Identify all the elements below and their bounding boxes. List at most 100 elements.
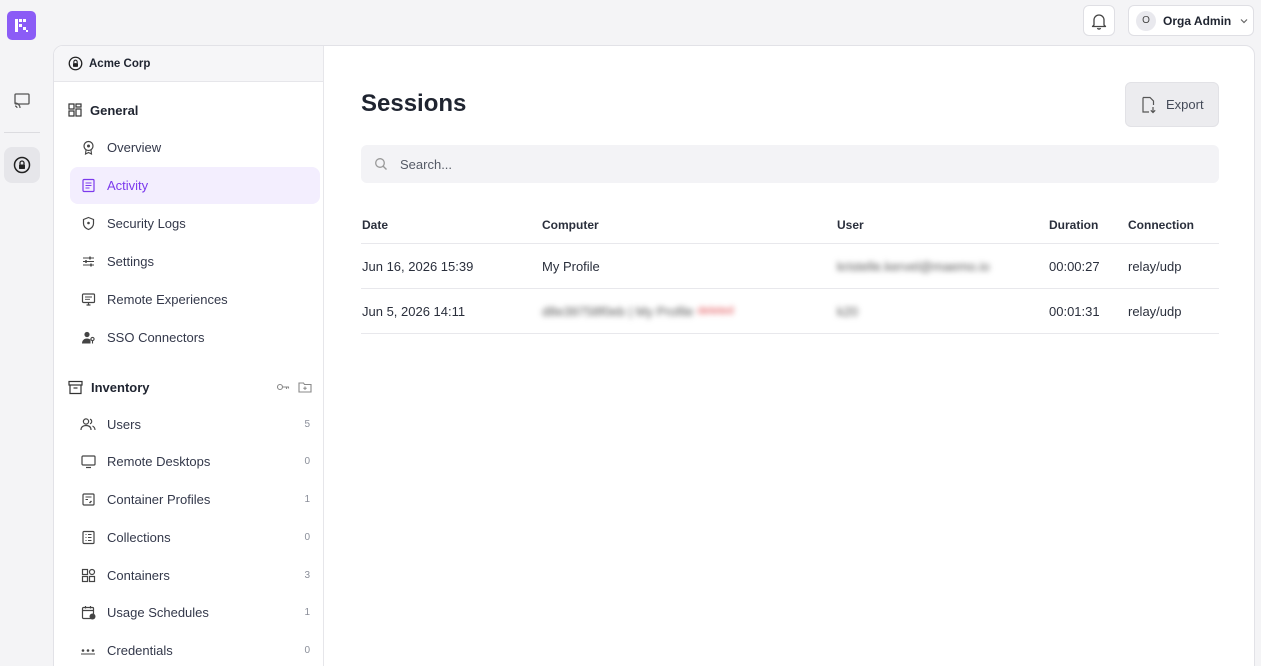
app-logo[interactable] — [7, 11, 36, 40]
profile-card-icon — [80, 492, 96, 508]
search-input[interactable] — [400, 156, 1180, 172]
bell-icon — [1091, 13, 1107, 30]
lock-circle-icon — [13, 156, 31, 174]
sidebar-item-label: Settings — [107, 254, 154, 269]
sidebar-item-label: Collections — [107, 530, 171, 545]
cell-computer: d8e39758f0eb | My Profile — [542, 303, 694, 319]
user-name: Orga Admin — [1163, 13, 1232, 28]
org-name: Acme Corp — [89, 57, 151, 70]
grid-icon — [68, 103, 82, 117]
main-card: Acme Corp General Overview Activity Secu… — [53, 45, 1255, 666]
key-icon[interactable] — [276, 380, 290, 394]
user-key-icon — [80, 330, 96, 346]
item-count: 1 — [304, 607, 310, 618]
section-title: Inventory — [91, 379, 150, 395]
sidebar-item-label: SSO Connectors — [107, 330, 205, 345]
search-box — [361, 145, 1219, 183]
cell-duration: 00:01:31 — [1049, 303, 1100, 319]
calendar-clock-icon — [80, 605, 96, 621]
notifications-button[interactable] — [1083, 5, 1115, 36]
award-icon — [80, 140, 96, 156]
sidebar-item-label: Security Logs — [107, 216, 186, 231]
apps-grid-icon — [80, 568, 96, 584]
cell-duration: 00:00:27 — [1049, 258, 1100, 274]
list-box-icon — [80, 530, 96, 546]
cell-connection: relay/udp — [1128, 258, 1182, 274]
column-header-connection[interactable]: Connection — [1128, 206, 1194, 243]
column-header-date[interactable]: Date — [362, 206, 388, 243]
sidebar-item-label: Credentials — [107, 643, 173, 658]
sidebar-item-remote-experiences[interactable]: Remote Experiences — [70, 281, 320, 318]
cell-connection: relay/udp — [1128, 303, 1182, 319]
folder-plus-icon[interactable] — [298, 380, 312, 394]
org-header[interactable]: Acme Corp — [54, 46, 323, 82]
cell-computer: My Profile — [542, 258, 600, 274]
export-label: Export — [1166, 97, 1204, 112]
rail-cast-button[interactable] — [4, 82, 40, 118]
avatar: O — [1136, 10, 1156, 31]
sidebar-item-label: Containers — [107, 568, 170, 583]
sidebar-item-overview[interactable]: Overview — [70, 129, 320, 166]
password-dots-icon — [80, 643, 96, 659]
lock-circle-icon — [68, 56, 83, 71]
sidebar-item-collections[interactable]: Collections 0 — [70, 519, 320, 556]
archive-icon — [68, 380, 83, 394]
sessions-table: Date Computer User Duration Connection J… — [361, 206, 1219, 334]
sidebar-item-sso-connectors[interactable]: SSO Connectors — [70, 319, 320, 356]
cell-computer-wrap: d8e39758f0eb | My Profile deleted — [542, 289, 734, 333]
deleted-badge: deleted — [697, 305, 734, 317]
item-count: 0 — [304, 456, 310, 467]
column-header-computer[interactable]: Computer — [542, 206, 599, 243]
file-export-icon — [1142, 96, 1156, 113]
monitor-icon — [80, 292, 96, 308]
sidebar-item-label: Overview — [107, 140, 162, 155]
column-header-duration[interactable]: Duration — [1049, 206, 1098, 243]
sidebar-item-label: Usage Schedules — [107, 605, 209, 620]
sidebar-item-usage-schedules[interactable]: Usage Schedules 1 — [70, 594, 320, 631]
export-button[interactable]: Export — [1125, 82, 1219, 127]
section-title: General — [90, 102, 139, 118]
sidebar-item-credentials[interactable]: Credentials 0 — [70, 632, 320, 666]
sidebar-item-settings[interactable]: Settings — [70, 243, 320, 280]
sidebar-item-container-profiles[interactable]: Container Profiles 1 — [70, 481, 320, 518]
sidebar-item-label: Activity — [107, 178, 149, 193]
document-list-icon — [80, 178, 96, 194]
chevron-down-icon — [1240, 18, 1248, 23]
sidebar: Acme Corp General Overview Activity Secu… — [54, 46, 324, 666]
search-icon — [375, 158, 387, 170]
column-header-user[interactable]: User — [837, 206, 864, 243]
desktop-icon — [80, 454, 96, 470]
logo-icon — [15, 19, 28, 32]
cast-icon — [14, 93, 30, 109]
sidebar-item-label: Users — [107, 417, 141, 432]
sidebar-item-users[interactable]: Users 5 — [70, 406, 320, 443]
item-count: 1 — [304, 494, 310, 505]
rail-org-button[interactable] — [4, 147, 40, 183]
item-count: 3 — [304, 570, 310, 581]
sidebar-item-remote-desktops[interactable]: Remote Desktops 0 — [70, 443, 320, 480]
main-content: Sessions Export Date Computer User Durat… — [325, 46, 1254, 666]
sliders-icon — [80, 254, 96, 270]
sidebar-item-security-logs[interactable]: Security Logs — [70, 205, 320, 242]
item-count: 0 — [304, 532, 310, 543]
cell-date: Jun 5, 2026 14:11 — [362, 303, 466, 319]
cell-user: k20 — [837, 303, 858, 319]
rail-divider — [4, 132, 40, 133]
user-menu-button[interactable]: O Orga Admin — [1128, 5, 1254, 36]
sidebar-item-label: Remote Desktops — [107, 454, 211, 469]
table-header-row: Date Computer User Duration Connection — [361, 206, 1219, 244]
cell-user: kristelle.kervel@maemo.io — [837, 258, 990, 274]
table-row[interactable]: Jun 16, 2026 15:39 My Profile kristelle.… — [361, 244, 1219, 289]
sidebar-item-label: Container Profiles — [107, 492, 211, 507]
sidebar-item-activity[interactable]: Activity — [70, 167, 320, 204]
sidebar-item-containers[interactable]: Containers 3 — [70, 557, 320, 594]
section-inventory: Inventory — [68, 377, 312, 397]
item-count: 5 — [304, 419, 310, 430]
section-general: General — [68, 100, 312, 120]
cell-date: Jun 16, 2026 15:39 — [362, 258, 474, 274]
sidebar-item-label: Remote Experiences — [107, 292, 228, 307]
app-rail — [0, 0, 44, 666]
page-title: Sessions — [361, 90, 467, 117]
shield-icon — [80, 216, 96, 232]
table-row[interactable]: Jun 5, 2026 14:11 d8e39758f0eb | My Prof… — [361, 289, 1219, 334]
